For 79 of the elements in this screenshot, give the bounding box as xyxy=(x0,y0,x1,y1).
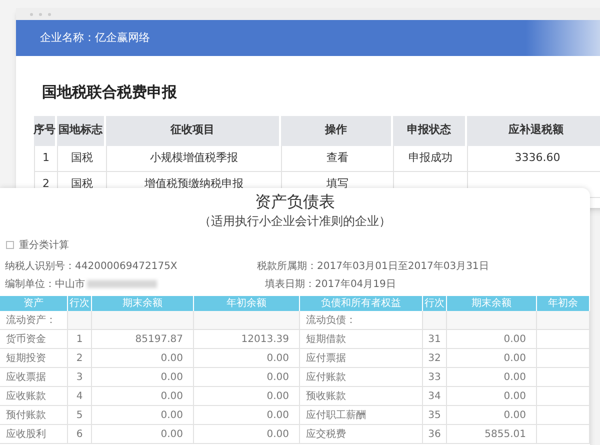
table-cell-text: 申报成功 xyxy=(408,150,452,166)
table-cell-text: 增值税预缴纳税申报 xyxy=(144,176,244,192)
page-title: 国地税联合税费申报 xyxy=(42,82,177,103)
column-header: 应补退税额 xyxy=(508,122,564,138)
table-cell-text: 0.00 xyxy=(266,390,289,404)
table-cell-text: 2 xyxy=(42,176,50,192)
table-cell-text: 应收票据 xyxy=(6,370,46,384)
table-cell-text: 短期投资 xyxy=(6,352,46,366)
table-cell-text: 31 xyxy=(428,332,441,346)
table-cell-text: 5 xyxy=(76,408,83,422)
column-header: 征收项目 xyxy=(170,122,214,138)
table-cell-text: 0.00 xyxy=(160,370,183,384)
section-label: 流动资产： xyxy=(6,314,56,328)
table-cell-text: 货币资金 xyxy=(6,332,46,346)
table-cell-text: 35 xyxy=(428,408,441,422)
column-header: 序号 xyxy=(34,122,56,138)
table-cell-text: 0.00 xyxy=(504,332,526,346)
table-cell-text: 32 xyxy=(428,352,441,366)
table-cell-text: 0.00 xyxy=(266,408,289,422)
table-cell-text: 应付账款 xyxy=(306,370,346,384)
table-cell-text: 0.00 xyxy=(504,390,526,404)
table-cell-text: 应收股利 xyxy=(6,428,46,442)
table-cell-text: 短期借款 xyxy=(306,332,346,346)
table-cell-text: 预收账款 xyxy=(306,390,346,404)
table-cell-text: 5855.01 xyxy=(484,428,526,442)
column-header: 年初余 xyxy=(548,296,578,311)
column-header: 操作 xyxy=(325,122,347,138)
table-cell-text: 0.00 xyxy=(160,352,183,366)
table-cell-text: 0.00 xyxy=(160,408,183,422)
table-cell-text: 0.00 xyxy=(160,428,183,442)
table-cell-text: 预付账款 xyxy=(6,408,46,422)
table-cell-text: 应付票据 xyxy=(306,352,346,366)
table-cell-text: 0.00 xyxy=(160,390,183,404)
table-cell-text: 33 xyxy=(428,370,441,384)
column-header: 负债和所有者权益 xyxy=(321,296,401,311)
table-cell-text: 3336.60 xyxy=(514,150,560,166)
checkbox-label: 重分类计算 xyxy=(19,238,69,252)
table-cell-text: 国税 xyxy=(71,150,93,166)
table-cell-text: 应付职工薪酬 xyxy=(306,408,366,422)
table-cell-text: 1 xyxy=(76,332,83,346)
checkbox[interactable] xyxy=(6,241,14,249)
preparing-unit: 编制单位：中山市 xyxy=(5,278,85,292)
tax-period: 税款所属期：2017年03月01日至2017年03月31日 xyxy=(257,260,489,274)
column-header: 期末余额 xyxy=(122,296,162,311)
column-header: 申报状态 xyxy=(407,122,451,138)
table-cell-text: 应收账款 xyxy=(6,390,46,404)
table-cell-text: 0.00 xyxy=(266,352,289,366)
column-header: 国地标志 xyxy=(58,122,102,138)
section-label: 流动负债： xyxy=(306,314,356,328)
taxpayer-id: 纳税人识别号：442000069472175X xyxy=(5,260,178,274)
table-cell-text: 0.00 xyxy=(504,352,526,366)
table-cell-text: 0.00 xyxy=(504,370,526,384)
table-cell-text: 85197.87 xyxy=(135,332,183,346)
table-cell-text: 小规模增值税季报 xyxy=(150,150,238,166)
table-cell-text: 1 xyxy=(42,150,50,166)
table-cell-text: 36 xyxy=(428,428,441,442)
table-cell-text: 0.00 xyxy=(266,428,289,442)
column-header: 年初余额 xyxy=(226,296,266,311)
table-cell-text: 6 xyxy=(76,428,83,442)
table-cell-text: 填写 xyxy=(326,176,348,192)
table-cell-text: 3 xyxy=(76,370,83,384)
table-cell-text: 12013.39 xyxy=(241,332,289,346)
column-header: 行次 xyxy=(70,297,90,311)
blurred-text xyxy=(87,280,157,288)
table-cell-text: 查看 xyxy=(326,150,348,166)
table-cell-text: 4 xyxy=(76,390,83,404)
table-cell-text: 0.00 xyxy=(266,370,289,384)
sheet-subtitle: （适用执行小企业会计准则的企业） xyxy=(199,213,391,230)
fill-date: 填表日期：2017年04月19日 xyxy=(265,278,396,292)
table-cell-text: 应交税费 xyxy=(306,428,346,442)
table-cell-text: 国税 xyxy=(71,176,93,192)
sheet-title: 资产负债表 xyxy=(255,192,335,212)
column-header: 资产 xyxy=(24,296,44,311)
column-header: 行次 xyxy=(424,297,444,311)
table-cell-text: 2 xyxy=(76,352,83,366)
table-cell-text: 34 xyxy=(428,390,441,404)
table-cell-text: 0.00 xyxy=(504,408,526,422)
company-name: 企业名称：亿企赢网络 xyxy=(40,30,150,46)
column-header: 期末余额 xyxy=(472,296,512,311)
